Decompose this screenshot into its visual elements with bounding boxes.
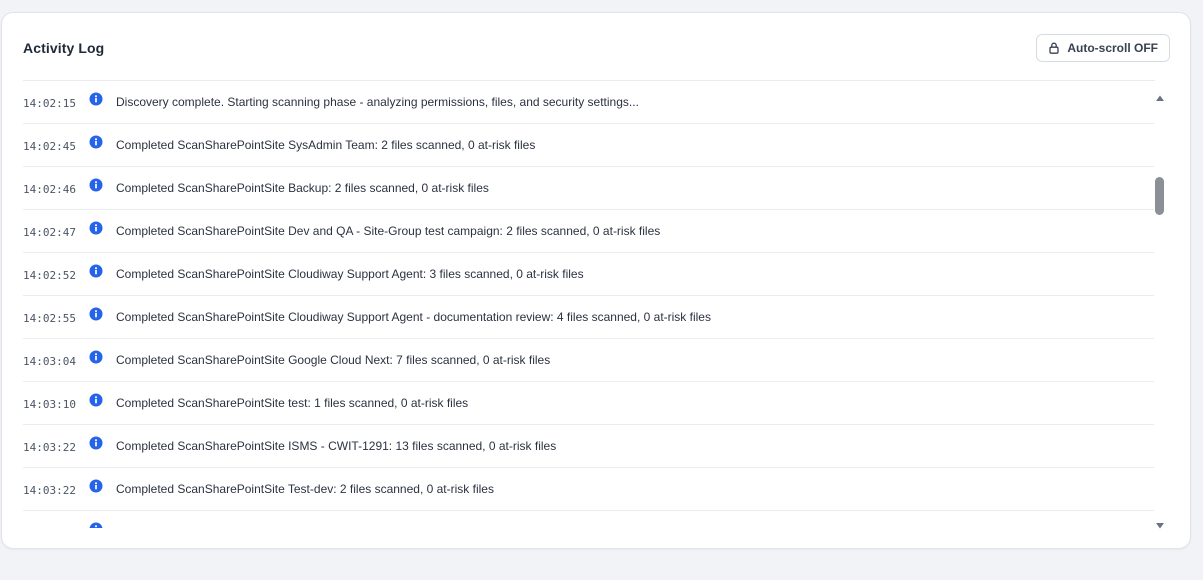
- log-entry: 14:02:52 Completed ScanSharePointSite Clo…: [23, 253, 1154, 296]
- log-timestamp: 14:02:52: [23, 268, 76, 282]
- panel-header: Activity Log Auto-scroll OFF: [2, 13, 1190, 81]
- log-message: Completed ScanSharePointSite Google Clou…: [116, 353, 551, 367]
- log-timestamp: 14:03:22: [23, 440, 76, 454]
- log-message: Completed ScanSharePointSite Test-dev: 2…: [116, 482, 494, 496]
- log-entry: 14:02:55 Completed ScanSharePointSite Clo…: [23, 296, 1154, 339]
- log-entry: 14:03:22 Completed ScanSharePointSite Tes…: [23, 468, 1154, 511]
- log-entry: [23, 511, 1154, 528]
- log-timestamp: 14:02:15: [23, 96, 76, 110]
- chevron-up-icon[interactable]: [1155, 93, 1165, 103]
- log-message: Completed ScanSharePointSite Dev and QA …: [116, 224, 661, 238]
- info-icon: [89, 522, 103, 528]
- info-icon: [89, 135, 103, 149]
- log-entry: 14:02:47 Completed ScanSharePointSite Dev…: [23, 210, 1154, 253]
- log-timestamp: 14:02:55: [23, 311, 76, 325]
- chevron-down-icon[interactable]: [1155, 521, 1165, 531]
- log-timestamp: 14:02:47: [23, 225, 76, 239]
- log-message: Completed ScanSharePointSite Cloudiway S…: [116, 310, 711, 324]
- log-message: Completed ScanSharePointSite ISMS - CWIT…: [116, 439, 557, 453]
- log-entry: 14:03:10 Completed ScanSharePointSite tes…: [23, 382, 1154, 425]
- log-message: Completed ScanSharePointSite SysAdmin Te…: [116, 138, 536, 152]
- scrollbar-thumb[interactable]: [1155, 177, 1164, 215]
- log-message: Discovery complete. Starting scanning ph…: [116, 95, 639, 109]
- autoscroll-toggle-button[interactable]: Auto-scroll OFF: [1036, 34, 1170, 62]
- log-message: Completed ScanSharePointSite Cloudiway S…: [116, 267, 584, 281]
- log-timestamp: 14:03:04: [23, 354, 76, 368]
- autoscroll-label: Auto-scroll OFF: [1067, 41, 1158, 55]
- log-list[interactable]: 14:02:15 Discovery complete. Starting sca…: [23, 81, 1154, 528]
- panel-title: Activity Log: [23, 40, 105, 56]
- log-scrollbar[interactable]: [1154, 81, 1166, 529]
- log-entry: 14:02:15 Discovery complete. Starting sca…: [23, 81, 1154, 124]
- log-timestamp: 14:02:46: [23, 182, 76, 196]
- info-icon: [89, 436, 103, 450]
- log-timestamp: 14:02:45: [23, 139, 76, 153]
- info-icon: [89, 479, 103, 493]
- log-entry: 14:02:46 Completed ScanSharePointSite Bac…: [23, 167, 1154, 210]
- info-icon: [89, 221, 103, 235]
- log-entry: 14:03:22 Completed ScanSharePointSite ISM…: [23, 425, 1154, 468]
- activity-log-panel: Activity Log Auto-scroll OFF 14:02:15 Dis…: [1, 12, 1191, 549]
- info-icon: [89, 178, 103, 192]
- log-entry: 14:03:04 Completed ScanSharePointSite Goo…: [23, 339, 1154, 382]
- info-icon: [89, 307, 103, 321]
- log-timestamp: 14:03:10: [23, 397, 76, 411]
- info-icon: [89, 350, 103, 364]
- info-icon: [89, 393, 103, 407]
- log-message: Completed ScanSharePointSite test: 1 fil…: [116, 396, 469, 410]
- info-icon: [89, 92, 103, 106]
- log-timestamp: 14:03:22: [23, 483, 76, 497]
- info-icon: [89, 264, 103, 278]
- log-message: Completed ScanSharePointSite Backup: 2 f…: [116, 181, 489, 195]
- lock-icon: [1047, 41, 1061, 55]
- log-entry: 14:02:45 Completed ScanSharePointSite Sys…: [23, 124, 1154, 167]
